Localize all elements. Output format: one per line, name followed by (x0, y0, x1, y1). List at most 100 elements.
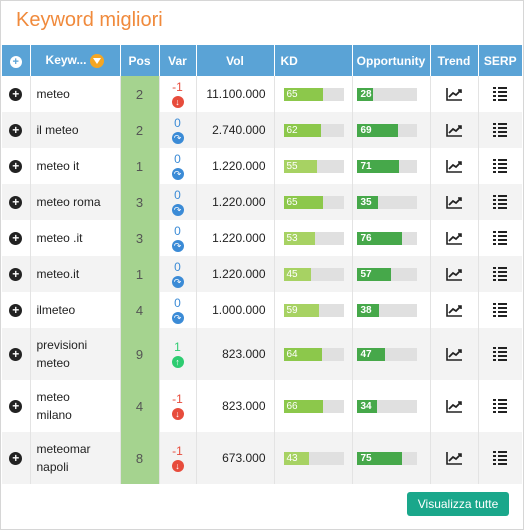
expand-cell[interactable]: + (2, 148, 31, 184)
variation-value: -1 (172, 392, 183, 406)
expand-all-header[interactable]: + (2, 45, 31, 76)
serp-cell[interactable] (478, 148, 522, 184)
serp-list-icon[interactable] (492, 86, 508, 102)
trend-chart-icon[interactable] (445, 231, 463, 245)
serp-list-icon[interactable] (492, 194, 508, 210)
serp-list-icon[interactable] (492, 346, 508, 362)
serp-cell[interactable] (478, 256, 522, 292)
expand-cell[interactable]: + (2, 292, 31, 328)
trend-chart-icon[interactable] (445, 87, 463, 101)
keyword-cell: previsioni meteo (30, 328, 121, 380)
header-pos[interactable]: Pos (120, 45, 160, 76)
header-kd[interactable]: KD (274, 45, 353, 76)
plus-circle-icon[interactable]: + (9, 304, 23, 317)
serp-list-icon[interactable] (492, 450, 508, 466)
kd-value: 65 (286, 88, 298, 100)
arrow-same-icon: ↷ (171, 204, 184, 216)
filter-icon[interactable] (90, 53, 105, 68)
arrow-down-icon: ↓ (171, 96, 184, 108)
serp-cell[interactable] (478, 380, 522, 432)
header-var[interactable]: Var (159, 45, 197, 76)
kd-value: 59 (286, 304, 298, 316)
trend-cell[interactable] (430, 256, 479, 292)
opportunity-cell: 38 (352, 292, 431, 328)
trend-cell[interactable] (430, 432, 479, 484)
header-keyword[interactable]: Keyw... (30, 45, 121, 76)
opportunity-cell: 35 (352, 184, 431, 220)
table-row: + meteomar napoli 8 -1 ↓ 673.000 43 75 (2, 432, 522, 484)
opportunity-value: 57 (360, 268, 372, 280)
serp-list-icon[interactable] (492, 302, 508, 318)
serp-cell[interactable] (478, 76, 522, 112)
trend-cell[interactable] (430, 76, 479, 112)
plus-circle-icon[interactable]: + (9, 348, 23, 361)
expand-cell[interactable]: + (2, 220, 31, 256)
serp-list-icon[interactable] (492, 266, 508, 282)
expand-cell[interactable]: + (2, 328, 31, 380)
plus-circle-icon[interactable]: + (9, 232, 23, 245)
plus-circle-icon[interactable]: + (9, 88, 23, 101)
serp-list-icon[interactable] (492, 158, 508, 174)
opportunity-bar: 75 (356, 451, 417, 465)
trend-chart-icon[interactable] (445, 267, 463, 281)
trend-cell[interactable] (430, 148, 479, 184)
keyword-text: meteo.it (36, 267, 80, 281)
variation-cell: 0 ↷ (159, 220, 197, 256)
expand-cell[interactable]: + (2, 76, 31, 112)
expand-cell[interactable]: + (2, 256, 31, 292)
plus-circle-icon[interactable]: + (9, 160, 23, 173)
trend-cell[interactable] (430, 112, 479, 148)
trend-cell[interactable] (430, 184, 479, 220)
opportunity-cell: 71 (352, 148, 431, 184)
trend-cell[interactable] (430, 328, 479, 380)
kd-bar: 65 (283, 87, 344, 101)
plus-circle-icon[interactable]: + (9, 124, 23, 137)
serp-list-icon[interactable] (492, 122, 508, 138)
view-all-button[interactable]: Visualizza tutte (407, 492, 509, 516)
serp-list-icon[interactable] (492, 230, 508, 246)
table-row: + meteo roma 3 0 ↷ 1.220.000 65 35 (2, 184, 522, 220)
kd-cell: 62 (274, 112, 353, 148)
kd-value: 62 (286, 124, 298, 136)
trend-chart-icon[interactable] (445, 123, 463, 137)
plus-circle-icon[interactable]: + (9, 400, 23, 413)
kd-cell: 55 (274, 148, 353, 184)
expand-cell[interactable]: + (2, 380, 31, 432)
header-vol[interactable]: Vol (196, 45, 275, 76)
table-row: + il meteo 2 0 ↷ 2.740.000 62 69 (2, 112, 522, 148)
trend-cell[interactable] (430, 220, 479, 256)
kd-bar: 62 (283, 123, 344, 137)
keyword-text: previsioni meteo (36, 338, 88, 370)
serp-cell[interactable] (478, 432, 522, 484)
opportunity-cell: 75 (352, 432, 431, 484)
header-opportunity[interactable]: Opportunity (352, 45, 431, 76)
serp-cell[interactable] (478, 112, 522, 148)
header-trend[interactable]: Trend (430, 45, 479, 76)
serp-cell[interactable] (478, 220, 522, 256)
serp-cell[interactable] (478, 292, 522, 328)
serp-cell[interactable] (478, 328, 522, 380)
plus-circle-icon[interactable]: + (9, 452, 23, 465)
volume-cell: 823.000 (196, 328, 275, 380)
opportunity-value: 69 (360, 124, 372, 136)
expand-cell[interactable]: + (2, 184, 31, 220)
plus-circle-icon[interactable]: + (9, 196, 23, 209)
header-serp[interactable]: SERP (478, 45, 522, 76)
expand-cell[interactable]: + (2, 432, 31, 484)
trend-chart-icon[interactable] (445, 399, 463, 413)
plus-circle-icon[interactable]: + (9, 268, 23, 281)
opportunity-value: 38 (360, 304, 372, 316)
trend-chart-icon[interactable] (445, 195, 463, 209)
trend-cell[interactable] (430, 380, 479, 432)
kd-bar: 55 (283, 159, 344, 173)
expand-cell[interactable]: + (2, 112, 31, 148)
serp-list-icon[interactable] (492, 398, 508, 414)
trend-chart-icon[interactable] (445, 303, 463, 317)
trend-chart-icon[interactable] (445, 451, 463, 465)
trend-cell[interactable] (430, 292, 479, 328)
keyword-cell: ilmeteo (30, 292, 121, 328)
trend-chart-icon[interactable] (445, 159, 463, 173)
serp-cell[interactable] (478, 184, 522, 220)
trend-chart-icon[interactable] (445, 347, 463, 361)
plus-circle-icon[interactable]: + (9, 55, 22, 68)
